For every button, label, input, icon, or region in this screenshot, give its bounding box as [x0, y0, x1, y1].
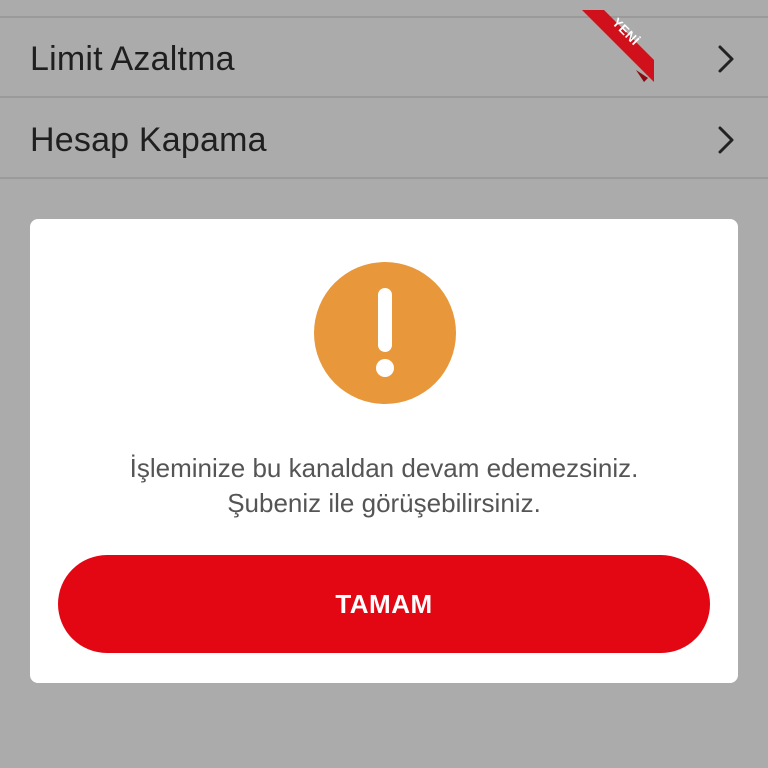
alert-message-line1: İşleminize bu kanaldan devam edemezsiniz…	[129, 453, 639, 483]
alert-message-line2: Şubeniz ile görüşebilirsiniz.	[227, 488, 541, 518]
screen: Limit Azaltma YENİ Hesap Kapama İşlemini…	[0, 0, 768, 768]
alert-message: İşleminize bu kanaldan devam edemezsiniz…	[30, 451, 738, 521]
chevron-right-icon	[712, 125, 738, 155]
ok-button[interactable]: TAMAM	[58, 555, 710, 653]
menu-item-hesap-kapama[interactable]: Hesap Kapama	[0, 99, 768, 179]
exclamation-icon	[314, 262, 456, 404]
menu-item-label: Hesap Kapama	[30, 121, 267, 159]
chevron-right-icon	[712, 44, 738, 74]
menu-item-label: Limit Azaltma	[30, 40, 235, 78]
alert-dialog: İşleminize bu kanaldan devam edemezsiniz…	[30, 219, 738, 683]
